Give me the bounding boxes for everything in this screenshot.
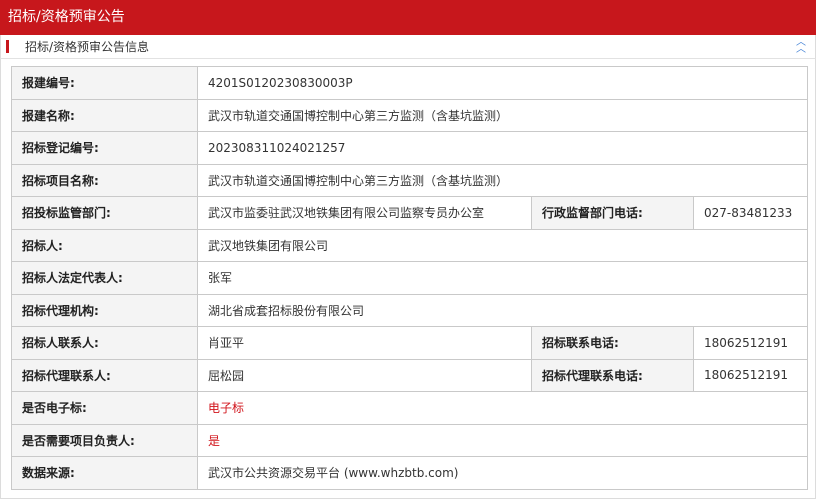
row-value: 是 xyxy=(197,423,808,457)
table-row: 招标登记编号: 202308311024021257 xyxy=(11,131,808,165)
row-label: 招标代理联系人: xyxy=(11,358,198,392)
row-value: 湖北省成套招标股份有限公司 xyxy=(197,293,808,327)
row-value: 武汉地铁集团有限公司 xyxy=(197,228,808,262)
table-row: 是否需要项目负责人: 是 xyxy=(11,423,808,457)
table-row: 招标代理联系人: 屈松园 招标代理联系电话: 18062512191 xyxy=(11,358,808,392)
row-value-secondary: 18062512191 xyxy=(693,326,808,360)
row-label-secondary: 招标联系电话: xyxy=(531,326,694,360)
row-label: 招投标监管部门: xyxy=(11,196,198,230)
row-label: 是否需要项目负责人: xyxy=(11,423,198,457)
row-label: 招标人法定代表人: xyxy=(11,261,198,295)
section-accent-bar xyxy=(6,40,9,53)
table-row: 数据来源: 武汉市公共资源交易平台 (www.whzbtb.com) xyxy=(11,456,808,490)
table-row: 招投标监管部门: 武汉市监委驻武汉地铁集团有限公司监察专员办公室 行政监督部门电… xyxy=(11,196,808,230)
row-value: 电子标 xyxy=(197,391,808,425)
table-row: 招标代理机构: 湖北省成套招标股份有限公司 xyxy=(11,293,808,327)
row-label: 是否电子标: xyxy=(11,391,198,425)
row-value: 武汉市轨道交通国博控制中心第三方监测（含基坑监测） xyxy=(197,163,808,197)
row-label-secondary: 行政监督部门电话: xyxy=(531,196,694,230)
row-label-secondary: 招标代理联系电话: xyxy=(531,358,694,392)
row-value: 屈松园 xyxy=(197,358,532,392)
table-row: 报建编号: 4201S0120230830003P xyxy=(11,66,808,100)
table-row: 是否电子标: 电子标 xyxy=(11,391,808,425)
row-label: 招标代理机构: xyxy=(11,293,198,327)
section-title: 招标/资格预审公告信息 xyxy=(25,40,150,54)
row-value: 武汉市监委驻武汉地铁集团有限公司监察专员办公室 xyxy=(197,196,532,230)
row-value-secondary: 027-83481233 xyxy=(693,196,808,230)
page-header: 招标/资格预审公告 xyxy=(0,0,816,35)
info-panel: 报建编号: 4201S0120230830003P 报建名称: 武汉市轨道交通国… xyxy=(0,59,816,499)
row-label: 报建名称: xyxy=(11,98,198,132)
table-row: 招标人: 武汉地铁集团有限公司 xyxy=(11,228,808,262)
row-label: 招标人: xyxy=(11,228,198,262)
row-value: 202308311024021257 xyxy=(197,131,808,165)
row-value: 张军 xyxy=(197,261,808,295)
row-value: 4201S0120230830003P xyxy=(197,66,808,100)
table-row: 招标人法定代表人: 张军 xyxy=(11,261,808,295)
row-label: 招标登记编号: xyxy=(11,131,198,165)
section-header: 招标/资格预审公告信息 ︿ ︿ xyxy=(0,35,816,59)
page-title: 招标/资格预审公告 xyxy=(8,9,125,25)
table-row: 招标人联系人: 肖亚平 招标联系电话: 18062512191 xyxy=(11,326,808,360)
table-row: 报建名称: 武汉市轨道交通国博控制中心第三方监测（含基坑监测） xyxy=(11,98,808,132)
table-row: 招标项目名称: 武汉市轨道交通国博控制中心第三方监测（含基坑监测） xyxy=(11,163,808,197)
info-table: 报建编号: 4201S0120230830003P 报建名称: 武汉市轨道交通国… xyxy=(11,66,808,490)
row-label: 招标项目名称: xyxy=(11,163,198,197)
row-label: 数据来源: xyxy=(11,456,198,490)
row-value-secondary: 18062512191 xyxy=(693,358,808,392)
row-label: 报建编号: xyxy=(11,66,198,100)
row-value: 武汉市公共资源交易平台 (www.whzbtb.com) xyxy=(197,456,808,490)
double-chevron-up-icon[interactable]: ︿ ︿ xyxy=(795,38,807,55)
row-label: 招标人联系人: xyxy=(11,326,198,360)
row-value: 肖亚平 xyxy=(197,326,532,360)
row-value: 武汉市轨道交通国博控制中心第三方监测（含基坑监测） xyxy=(197,98,808,132)
